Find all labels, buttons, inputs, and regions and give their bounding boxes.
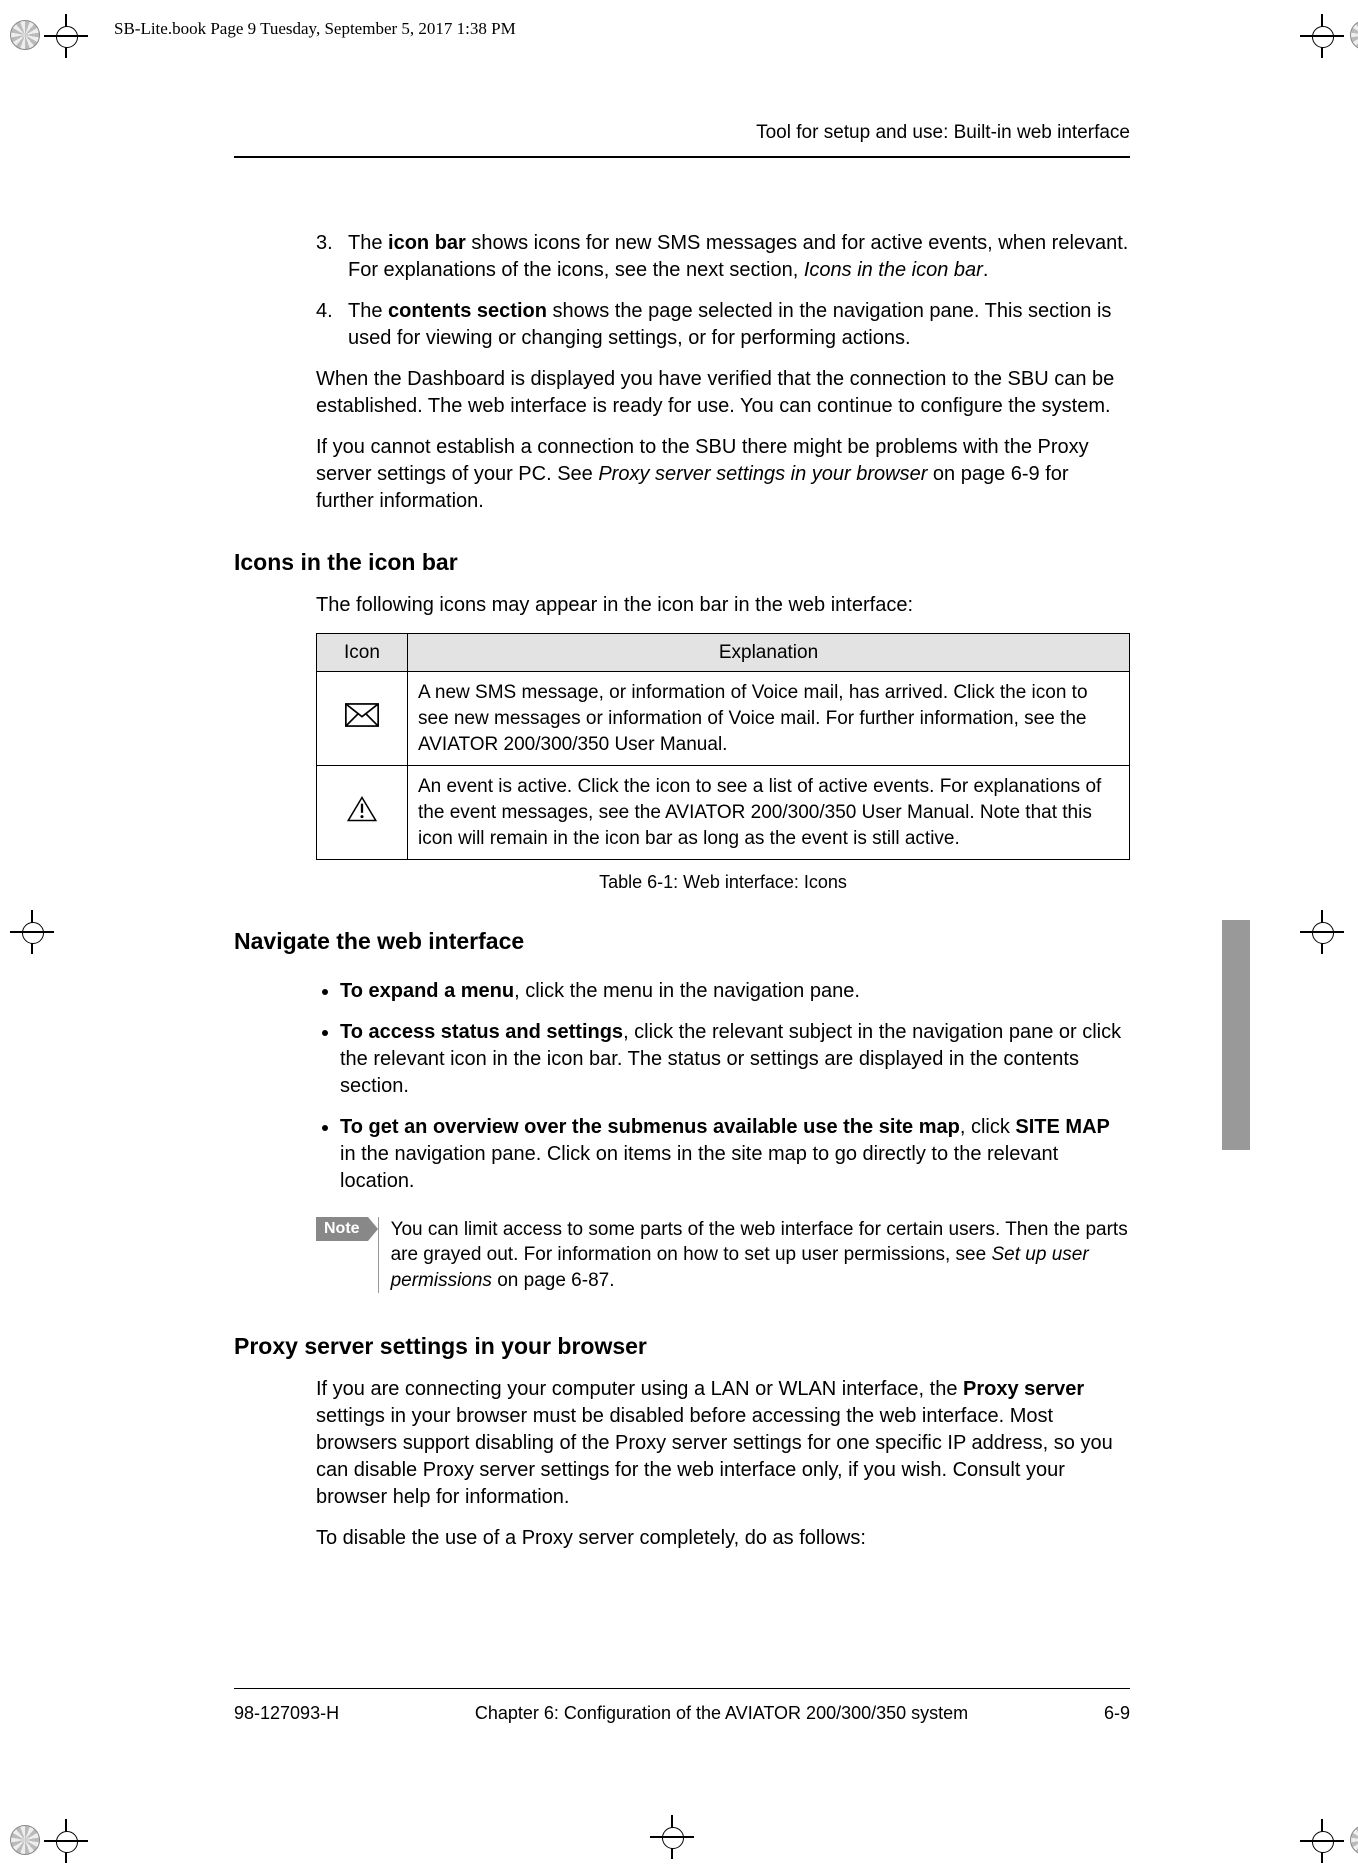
paragraph: If you cannot establish a connection to …: [316, 434, 1130, 515]
list-item: To get an overview over the submenus ava…: [340, 1114, 1130, 1195]
heading-proxy: Proxy server settings in your browser: [234, 1331, 1130, 1362]
table-cell: A new SMS message, or information of Voi…: [408, 672, 1130, 766]
table-row: A new SMS message, or information of Voi…: [317, 672, 1130, 766]
table-caption: Table 6-1: Web interface: Icons: [316, 870, 1130, 894]
table-header-icon: Icon: [317, 633, 408, 672]
page-content: Tool for setup and use: Built-in web int…: [234, 120, 1130, 1566]
paragraph: To disable the use of a Proxy server com…: [316, 1525, 1130, 1552]
bullet-list: To expand a menu, click the menu in the …: [316, 978, 1130, 1195]
table-header-explanation: Explanation: [408, 633, 1130, 672]
icons-table: Icon Explanation A new SMS message, or i…: [316, 633, 1130, 860]
heading-navigate: Navigate the web interface: [234, 926, 1130, 957]
page-number: 6-9: [1104, 1701, 1130, 1725]
running-header: Tool for setup and use: Built-in web int…: [234, 120, 1130, 158]
numbered-list: 3. The icon bar shows icons for new SMS …: [316, 230, 1130, 352]
note-badge: Note: [316, 1217, 368, 1241]
paragraph: The following icons may appear in the ic…: [316, 592, 1130, 619]
warning-icon: [317, 766, 408, 860]
table-row: An event is active. Click the icon to se…: [317, 766, 1130, 860]
doc-number: 98-127093-H: [234, 1701, 339, 1725]
thumb-index-tab: [1222, 920, 1250, 1150]
list-item-3: 3. The icon bar shows icons for new SMS …: [316, 230, 1130, 284]
page-footer: 98-127093-H Chapter 6: Configuration of …: [234, 1688, 1130, 1725]
list-number: 4.: [316, 298, 333, 325]
note-text: You can limit access to some parts of th…: [378, 1217, 1130, 1294]
page-stamp: SB-Lite.book Page 9 Tuesday, September 5…: [108, 16, 522, 43]
note-block: Note You can limit access to some parts …: [316, 1217, 1130, 1294]
heading-icons: Icons in the icon bar: [234, 547, 1130, 578]
list-item: To expand a menu, click the menu in the …: [340, 978, 1130, 1005]
chapter-title: Chapter 6: Configuration of the AVIATOR …: [475, 1701, 968, 1725]
list-item-4: 4. The contents section shows the page s…: [316, 298, 1130, 352]
envelope-icon: [317, 672, 408, 766]
paragraph: When the Dashboard is displayed you have…: [316, 366, 1130, 420]
list-item: To access status and settings, click the…: [340, 1019, 1130, 1100]
table-cell: An event is active. Click the icon to se…: [408, 766, 1130, 860]
paragraph: If you are connecting your computer usin…: [316, 1376, 1130, 1511]
list-number: 3.: [316, 230, 333, 257]
